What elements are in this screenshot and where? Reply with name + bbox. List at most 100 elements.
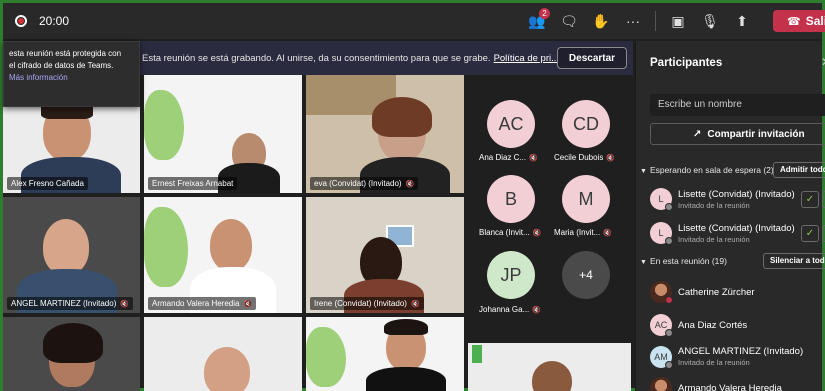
admit-all-button[interactable]: Admitir todo bbox=[773, 162, 825, 178]
more-button[interactable]: ··· bbox=[617, 3, 649, 39]
mute-all-button[interactable]: Silenciar a todos bbox=[763, 253, 825, 269]
mic-off-icon: 🔇 bbox=[603, 230, 612, 237]
check-icon: ✓ bbox=[805, 194, 815, 205]
encryption-tooltip: esta reunión está protegida con el cifra… bbox=[3, 41, 140, 107]
mic-off-icon: 🔇 bbox=[410, 301, 420, 308]
lobby-section-header[interactable]: ▼ Esperando en sala de espera (2) bbox=[640, 165, 774, 175]
tile-label: Alex Fresno Cañada bbox=[7, 177, 88, 190]
participant-name[interactable]: Ana Diaz Cortés bbox=[678, 320, 747, 331]
chevron-down-icon: ▼ bbox=[640, 168, 647, 175]
video-tile[interactable]: Irene (Convidat) (Invitado) 🔇 bbox=[306, 197, 464, 313]
avatar bbox=[650, 377, 672, 391]
reactions-button[interactable]: ✋ bbox=[585, 3, 617, 39]
video-tile[interactable] bbox=[468, 343, 631, 391]
tooltip-line-2: el cifrado de datos de Teams. bbox=[9, 61, 114, 70]
banner-text: Esta reunión se está grabando. Al unirse… bbox=[142, 52, 491, 64]
tile-label: eva (Convidat) (Invitado) 🔇 bbox=[310, 177, 419, 190]
share-invite-label: Compartir invitación bbox=[707, 128, 805, 140]
people-button[interactable]: 👥 2 bbox=[521, 3, 553, 39]
in-meeting-section-header[interactable]: ▼ En esta reunión (19) bbox=[640, 256, 727, 266]
admit-button[interactable]: ✓ bbox=[801, 225, 819, 242]
more-icon: ··· bbox=[626, 13, 640, 29]
leave-label: Salir bbox=[805, 14, 825, 28]
participant-avatar[interactable]: JP bbox=[487, 251, 535, 299]
camera-icon: ▣ bbox=[671, 12, 685, 29]
camera-button[interactable]: ▣ bbox=[662, 3, 694, 39]
share-invite-button[interactable]: ↗ Compartir invitación bbox=[650, 123, 825, 145]
background-map bbox=[144, 90, 184, 160]
recording-icon bbox=[15, 15, 27, 27]
status-indicator bbox=[665, 329, 673, 337]
check-icon: ✓ bbox=[805, 228, 815, 239]
mic-off-icon: 🔇 bbox=[532, 307, 541, 314]
avatar: AC bbox=[650, 314, 673, 337]
participant-name[interactable]: Catherine Zürcher bbox=[678, 287, 755, 298]
mic-off-icon: 🔇 bbox=[606, 155, 616, 162]
status-indicator bbox=[665, 296, 673, 304]
participant-video bbox=[210, 219, 252, 271]
video-tile[interactable]: ANGEL MARTINEZ (Invitado) 🔇 bbox=[3, 197, 140, 313]
close-icon[interactable]: ✕ bbox=[821, 55, 825, 69]
participant-search-input[interactable]: Escribe un nombre bbox=[650, 94, 825, 116]
mic-off-icon: 🔇 bbox=[120, 301, 130, 308]
status-indicator bbox=[665, 203, 673, 211]
share-screen-button[interactable]: ⬆ bbox=[726, 3, 758, 39]
participant-role: Invitado de la reunión bbox=[678, 358, 750, 367]
more-participants-button[interactable]: +4 bbox=[562, 251, 610, 299]
participant-role: Invitado de la reunión bbox=[678, 235, 750, 244]
participant-video bbox=[43, 219, 89, 275]
chat-button[interactable]: 🗨 bbox=[553, 3, 585, 39]
participants-panel: Participantes ✕ Escribe un nombre ↗ Comp… bbox=[635, 41, 825, 391]
avatar-label: Maria (Invit... 🔇 bbox=[554, 228, 612, 237]
chat-icon: 🗨 bbox=[560, 12, 578, 29]
status-indicator bbox=[665, 361, 673, 369]
avatar-label: Ana Diaz C... 🔇 bbox=[479, 153, 538, 162]
participant-name: Lisette (Convidat) (Invitado) bbox=[678, 223, 795, 234]
video-tile[interactable]: Ernest Freixas Arnabat bbox=[144, 75, 302, 193]
toolbar-actions: 👥 2 🗨 ✋ ··· ▣ 🎙 ⬆ bbox=[521, 3, 758, 39]
video-tile[interactable] bbox=[306, 317, 464, 391]
status-indicator bbox=[665, 237, 673, 245]
raise-hand-icon: ✋ bbox=[592, 12, 610, 29]
participant-avatar[interactable]: AC bbox=[487, 100, 535, 148]
avatar: L bbox=[650, 222, 673, 245]
mic-off-icon: 🔇 bbox=[405, 181, 415, 188]
leave-button[interactable]: ☎ Salir bbox=[773, 10, 825, 32]
tooltip-line-1: esta reunión está protegida con bbox=[9, 49, 122, 58]
avatar-label: Johanna Ga... 🔇 bbox=[479, 305, 541, 314]
discard-button[interactable]: Descartar bbox=[557, 47, 627, 69]
meeting-toolbar: 20:00 👥 2 🗨 ✋ ··· ▣ 🎙 ⬆ ☎ Salir bbox=[3, 3, 825, 39]
video-tile[interactable] bbox=[144, 317, 302, 391]
background-map bbox=[144, 207, 188, 287]
participant-video bbox=[532, 361, 572, 391]
tile-label: Ernest Freixas Arnabat bbox=[148, 177, 238, 190]
participant-name[interactable]: ANGEL MARTINEZ (Invitado) bbox=[678, 346, 803, 357]
logo-strip bbox=[472, 345, 482, 363]
tile-label: Armando Valera Heredia 🔇 bbox=[148, 297, 257, 310]
participant-avatar[interactable]: M bbox=[562, 175, 610, 223]
video-tile[interactable] bbox=[3, 317, 140, 391]
tile-label: Irene (Convidat) (Invitado) 🔇 bbox=[310, 297, 424, 310]
avatar-label: Cecile Dubois 🔇 bbox=[554, 153, 616, 162]
mic-off-icon: 🔇 bbox=[243, 301, 253, 308]
participant-video bbox=[384, 319, 428, 335]
participant-video bbox=[43, 323, 103, 363]
tile-label: ANGEL MARTINEZ (Invitado) 🔇 bbox=[7, 297, 134, 310]
video-tile[interactable]: Armando Valera Heredia 🔇 bbox=[144, 197, 302, 313]
share-icon: ↗ bbox=[693, 128, 702, 140]
participant-video bbox=[366, 367, 446, 391]
participant-avatar[interactable]: B bbox=[487, 175, 535, 223]
video-tile[interactable]: eva (Convidat) (Invitado) 🔇 bbox=[306, 75, 464, 193]
mic-button[interactable]: 🎙 bbox=[694, 3, 726, 39]
share-screen-icon: ⬆ bbox=[736, 12, 748, 29]
avatar: AM bbox=[650, 346, 673, 369]
participant-name[interactable]: Armando Valera Heredia bbox=[678, 383, 782, 391]
avatar-label: Blanca (Invit... 🔇 bbox=[479, 228, 542, 237]
participant-avatar[interactable]: CD bbox=[562, 100, 610, 148]
privacy-policy-link[interactable]: Política de pri... bbox=[494, 53, 559, 64]
people-badge: 2 bbox=[539, 8, 550, 19]
more-info-link[interactable]: Más información bbox=[9, 72, 134, 84]
admit-button[interactable]: ✓ bbox=[801, 191, 819, 208]
meeting-timer: 20:00 bbox=[39, 14, 70, 28]
avatar bbox=[650, 281, 673, 304]
